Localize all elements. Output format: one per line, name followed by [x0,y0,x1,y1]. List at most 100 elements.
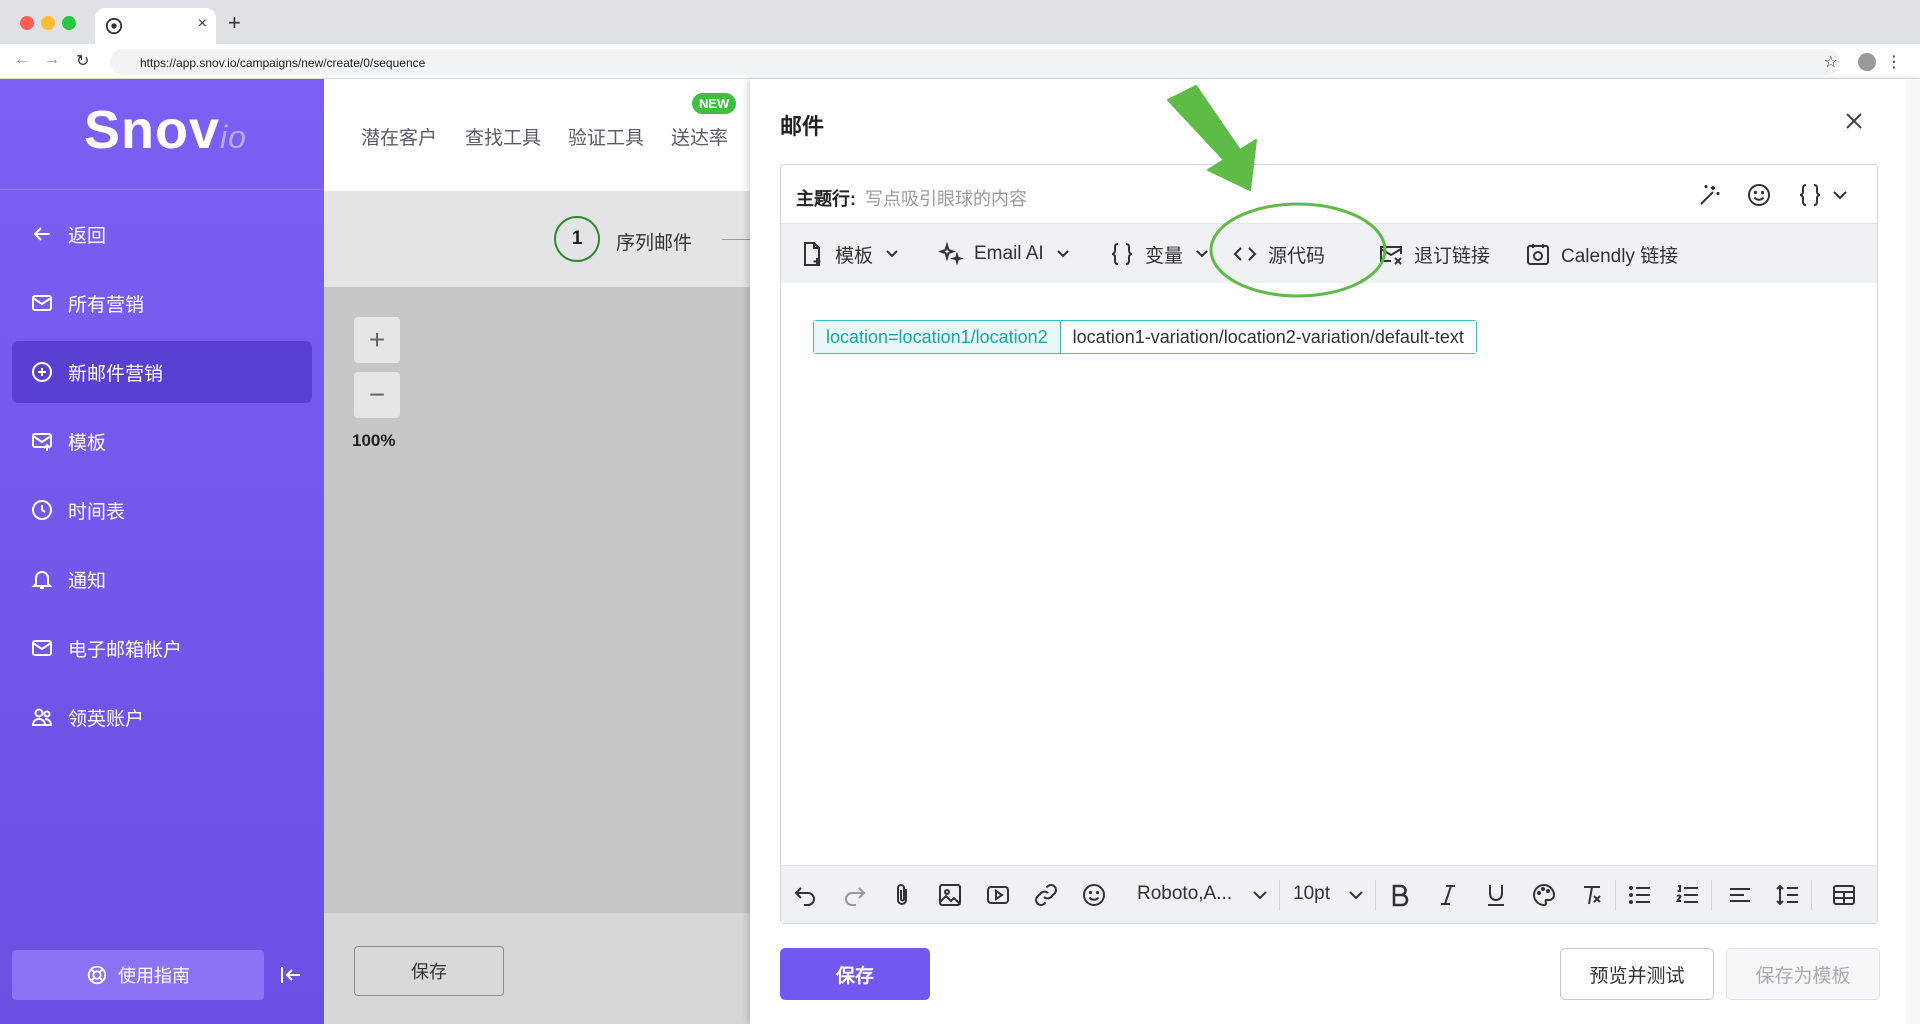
template-label: 模板 [835,245,874,267]
profile-icon[interactable] [1858,53,1876,71]
numbered-list-icon[interactable] [1675,882,1701,908]
minimize-window-dot[interactable] [41,16,55,30]
email-body[interactable]: location=location1/location2 location1-v… [781,283,1877,833]
mail-template-icon [32,433,52,451]
chevron-down-icon [1056,250,1069,258]
palette-icon[interactable] [1531,882,1557,908]
sidebar-item-back[interactable]: 返回 [12,203,312,265]
sidebar-item-notifications[interactable]: 通知 [12,548,312,610]
step-number[interactable]: 1 [554,216,600,262]
topnav-finder-tools[interactable]: 查找工具 [465,123,541,150]
sidebar-item-label: 所有营销 [68,294,145,316]
zoom-in-button[interactable]: + [354,317,400,363]
underline-icon[interactable] [1483,882,1509,908]
code-icon [1233,247,1257,261]
variables-button[interactable]: 变量 [1109,224,1209,284]
logo-main: Snov [84,100,221,160]
back-icon[interactable]: ← [14,51,30,69]
sidebar: Snovio 返回 所有营销 新邮件营销 模板 时间表 通知 电子邮箱帐户 领英… [0,79,324,1024]
new-tab-icon[interactable]: + [228,10,241,36]
subject-input[interactable]: 写点吸引眼球的内容 [865,185,1027,211]
bottom-save-bar: 保存 [324,913,750,1024]
template-button[interactable]: 模板 [799,224,899,284]
save-button[interactable]: 保存 [780,948,930,1000]
tab-close-icon[interactable]: × [198,15,207,33]
paperclip-icon[interactable] [889,882,915,908]
mail-icon [32,640,52,656]
table-icon[interactable] [1831,882,1857,908]
sidebar-item-email-accounts[interactable]: 电子邮箱帐户 [12,617,312,679]
email-ai-label: Email AI [974,243,1044,264]
page-scrollbar[interactable] [1906,80,1920,1024]
maximize-window-dot[interactable] [62,16,76,30]
user-guide-button[interactable]: 使用指南 [12,950,264,1000]
link-icon[interactable] [1033,882,1059,908]
align-left-icon[interactable] [1727,882,1753,908]
sidebar-item-label: 电子邮箱帐户 [68,639,183,661]
bookmark-star-icon[interactable]: ☆ [1824,52,1838,72]
close-window-dot[interactable] [20,16,34,30]
redo-icon[interactable] [841,882,867,908]
topnav-verifier-tools[interactable]: 验证工具 [568,123,644,150]
image-icon[interactable] [937,882,963,908]
undo-icon[interactable] [793,882,819,908]
user-guide-label: 使用指南 [118,966,190,986]
workarea-save-button[interactable]: 保存 [354,946,504,996]
bullet-list-icon[interactable] [1627,882,1653,908]
sidebar-item-label: 通知 [68,570,107,592]
save-as-template-button[interactable]: 保存为模板 [1726,948,1880,1000]
url-field[interactable]: https://app.snov.io/campaigns/new/create… [110,49,1840,75]
video-icon[interactable] [985,882,1011,908]
clear-format-icon[interactable] [1579,882,1605,908]
sidebar-item-new-campaign[interactable]: 新邮件营销 [12,341,312,403]
sidebar-item-label: 新邮件营销 [68,363,164,385]
arrow-left-icon [33,227,50,241]
bold-icon[interactable] [1387,882,1413,908]
sidebar-item-linkedin-accounts[interactable]: 领英账户 [12,686,312,748]
calendly-label: Calendly 链接 [1561,245,1679,267]
email-ai-button[interactable]: Email AI [938,224,1070,284]
braces-icon[interactable] [1796,181,1824,209]
collapse-sidebar-icon[interactable] [278,963,304,987]
chevron-down-icon[interactable] [1251,882,1269,908]
font-family-select[interactable]: Roboto,A... [1137,883,1232,905]
step-bar: 1 序列邮件 [324,191,750,287]
italic-icon[interactable] [1435,882,1461,908]
emoji-icon[interactable] [1081,882,1107,908]
lifebuoy-icon [87,965,107,985]
unsubscribe-link-button[interactable]: 退订链接 [1378,224,1490,284]
magic-wand-icon[interactable] [1696,181,1724,209]
snovio-logo[interactable]: Snovio [84,99,247,161]
sequence-work-area: 1 序列邮件 + − 100% 保存 [324,191,750,1024]
subject-row: 主题行: 写点吸引眼球的内容 [781,165,1877,223]
emoji-icon[interactable] [1745,181,1773,209]
email-panel: 邮件 主题行: 写点吸引眼球的内容 模板 Email AI 变量 源代码 退订链… [750,79,1920,1024]
font-size-select[interactable]: 10pt [1293,883,1330,905]
sidebar-item-templates[interactable]: 模板 [12,410,312,472]
divider [1375,880,1376,910]
close-icon[interactable] [1842,109,1866,133]
calendly-link-button[interactable]: Calendly 链接 [1525,224,1678,284]
forward-icon[interactable]: → [44,51,60,69]
source-code-button[interactable]: 源代码 [1232,224,1325,284]
chevron-down-icon[interactable] [1831,181,1849,209]
divider [1279,880,1280,910]
topnav-leads[interactable]: 潜在客户 [361,123,437,150]
line-height-icon[interactable] [1775,882,1801,908]
topnav-deliverability[interactable]: 送达率 [671,123,728,150]
plus-circle-icon [32,362,52,382]
browser-menu-icon[interactable]: ⋮ [1886,52,1902,72]
step-label[interactable]: 序列邮件 [616,228,692,255]
sidebar-item-all-campaigns[interactable]: 所有营销 [12,272,312,334]
chevron-down-icon[interactable] [1347,882,1365,908]
divider [1811,880,1812,910]
zoom-out-button[interactable]: − [354,372,400,418]
reload-icon[interactable]: ↻ [76,51,89,71]
top-navigation: 潜在客户 查找工具 验证工具 送达率 NEW [324,79,750,191]
divider [1711,880,1712,910]
browser-tab[interactable]: × [95,8,216,44]
preview-and-test-button[interactable]: 预览并测试 [1560,948,1714,1000]
variable-chip[interactable]: location=location1/location2 location1-v… [813,320,1477,354]
mail-icon [32,295,52,311]
sidebar-item-schedule[interactable]: 时间表 [12,479,312,541]
